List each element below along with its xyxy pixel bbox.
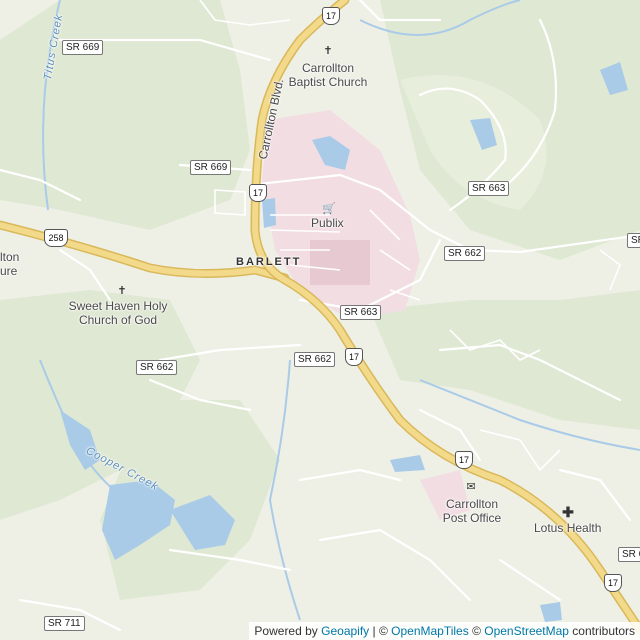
place-label-barlett: BARLETT	[236, 256, 302, 268]
us-route-shield-17: 17	[249, 184, 267, 202]
map-attribution: Powered by Geoapify | © OpenMapTiles © O…	[249, 622, 640, 640]
church-icon[interactable]: ✝	[322, 45, 334, 57]
attribution-link-openmaptiles[interactable]: OpenMapTiles	[391, 624, 469, 638]
poi-label-lotus-health[interactable]: Lotus Health	[534, 521, 601, 535]
poi-label-publix[interactable]: Publix	[311, 216, 344, 230]
route-shield-sr663: SR 663	[340, 305, 382, 320]
attribution-suffix: contributors	[568, 624, 635, 638]
poi-label-edge-1: lton	[0, 250, 20, 264]
route-shield-sr663: SR 663	[468, 181, 510, 196]
route-shield-sr-edge: SR 6	[618, 547, 640, 562]
attribution-separator: ©	[468, 624, 485, 638]
publix-building	[310, 240, 370, 285]
us-route-shield-17: 17	[322, 7, 340, 25]
route-shield-sr662: SR 662	[444, 246, 486, 261]
poi-label-edge-2: ure	[0, 264, 18, 278]
us-route-shield-17: 17	[455, 451, 473, 469]
mail-icon[interactable]: ✉	[465, 481, 477, 493]
church-icon[interactable]: ✝	[116, 285, 128, 297]
route-shield-sr669: SR 669	[62, 40, 104, 55]
poi-label-baptist-church[interactable]: Carrollton Baptist Church	[282, 61, 374, 89]
us-route-shield-17: 17	[345, 348, 363, 366]
us-route-shield-258: 258	[44, 229, 68, 247]
attribution-prefix: Powered by	[254, 624, 318, 638]
poi-label-post-office[interactable]: Carrollton Post Office	[440, 497, 504, 525]
shopping-cart-icon[interactable]: 🛒	[322, 203, 336, 215]
poi-label-sweet-haven[interactable]: Sweet Haven Holy Church of God	[66, 299, 170, 327]
attribution-link-openstreetmap[interactable]: OpenStreetMap	[484, 624, 569, 638]
route-shield-sr662: SR 662	[136, 360, 178, 375]
route-shield-sr669: SR 669	[190, 160, 232, 175]
route-shield-sr-edge: SR	[627, 233, 640, 248]
attribution-separator: | ©	[369, 624, 392, 638]
route-shield-sr711: SR 711	[44, 616, 85, 631]
attribution-link-geoapify[interactable]: Geoapify	[321, 624, 369, 638]
medical-cross-icon[interactable]: ✚	[562, 505, 574, 519]
us-route-shield-17: 17	[604, 574, 622, 592]
route-shield-sr662: SR 662	[294, 352, 336, 367]
